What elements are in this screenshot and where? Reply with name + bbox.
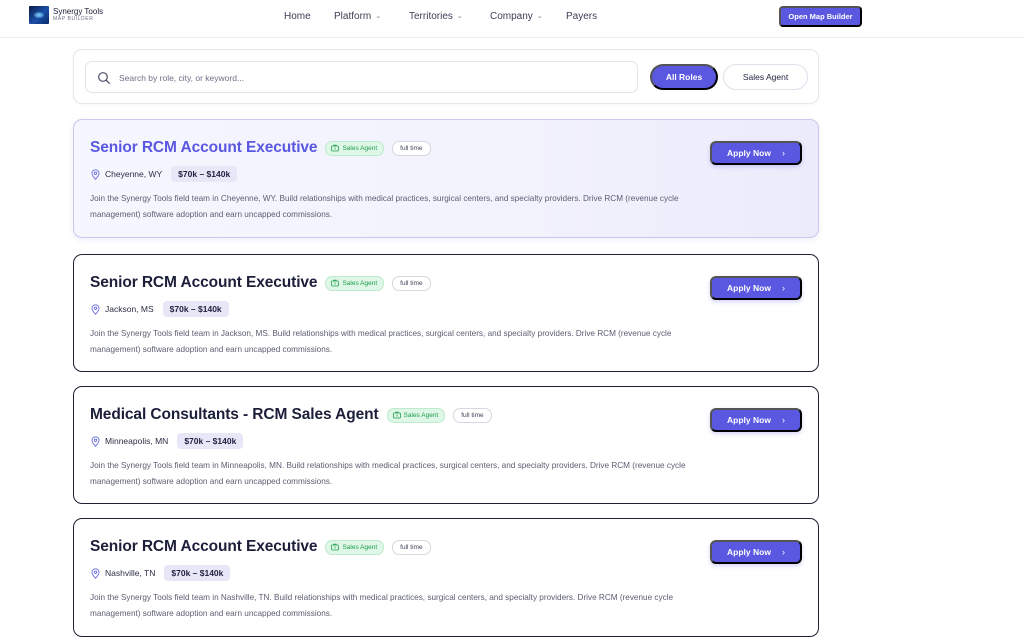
- map-pin-icon: [91, 567, 100, 579]
- nav-item-territories[interactable]: Territories ⌄: [409, 11, 463, 22]
- nav-item-company[interactable]: Company ⌄: [490, 11, 543, 22]
- chevron-right-icon: ›: [781, 148, 785, 158]
- employment-type-badge: full time: [392, 140, 431, 156]
- location-label: Minneapolis, MN: [105, 436, 169, 446]
- job-title[interactable]: Medical Consultants - RCM Sales Agent: [90, 406, 379, 424]
- job-description: Join the Synergy Tools field team in Nas…: [90, 593, 674, 618]
- location-label: Jackson, MS: [105, 304, 154, 314]
- nav-item-home[interactable]: Home: [284, 11, 311, 22]
- nav-item-label: Payers: [566, 11, 598, 22]
- category-label: Sales Agent: [342, 144, 378, 152]
- nav-item-label: Platform: [334, 11, 372, 22]
- search-box[interactable]: [85, 61, 638, 93]
- job-card[interactable]: Senior RCM Account Executive Sales Agent…: [73, 119, 819, 238]
- briefcase-icon: [392, 411, 401, 419]
- brand-tagline: MAP BUILDER: [53, 16, 94, 22]
- salary-badge: $70k – $140k: [177, 433, 244, 449]
- job-location: Cheyenne, WY: [91, 168, 163, 180]
- job-description: Join the Synergy Tools field team in Che…: [90, 194, 679, 219]
- employment-type-badge: full time: [392, 275, 431, 291]
- category-badge: Sales Agent: [325, 539, 385, 555]
- apply-label: Apply Now: [727, 415, 771, 425]
- search-icon: [98, 72, 110, 84]
- salary-badge: $70k – $140k: [171, 166, 238, 182]
- apply-now-button[interactable]: Apply Now ›: [710, 408, 802, 432]
- nav-item-label: Territories: [409, 11, 453, 22]
- job-location: Jackson, MS: [91, 303, 154, 315]
- chevron-right-icon: ›: [781, 415, 785, 425]
- job-card[interactable]: Medical Consultants - RCM Sales Agent Sa…: [73, 386, 819, 504]
- job-description: Join the Synergy Tools field team in Min…: [90, 461, 686, 486]
- apply-label: Apply Now: [727, 148, 771, 158]
- category-badge: Sales Agent: [325, 275, 385, 291]
- salary-badge: $70k – $140k: [164, 565, 231, 581]
- filter-all-roles-button[interactable]: All Roles: [650, 64, 718, 90]
- brand-name: Synergy Tools: [53, 7, 104, 16]
- map-pin-icon: [91, 303, 100, 315]
- map-pin-icon: [91, 168, 100, 180]
- employment-type-badge: full time: [392, 539, 431, 555]
- category-badge: Sales Agent: [386, 407, 446, 423]
- job-location: Minneapolis, MN: [91, 435, 169, 447]
- job-title[interactable]: Senior RCM Account Executive: [90, 139, 318, 157]
- location-label: Cheyenne, WY: [105, 169, 163, 179]
- nav-item-payers[interactable]: Payers: [566, 11, 597, 22]
- chevron-right-icon: ›: [781, 283, 785, 293]
- search-input[interactable]: [119, 70, 619, 86]
- job-title[interactable]: Senior RCM Account Executive: [90, 274, 318, 292]
- job-title[interactable]: Senior RCM Account Executive: [90, 538, 318, 556]
- apply-now-button[interactable]: Apply Now ›: [710, 540, 802, 564]
- top-navigation: Synergy Tools MAP BUILDER Home Platform …: [0, 0, 1024, 38]
- briefcase-icon: [331, 144, 340, 152]
- job-location: Nashville, TN: [91, 567, 156, 579]
- map-pin-icon: [91, 435, 100, 447]
- open-map-builder-button[interactable]: Open Map Builder: [779, 6, 862, 27]
- salary-badge: $70k – $140k: [162, 301, 229, 317]
- category-label: Sales Agent: [342, 279, 378, 287]
- filter-sales-agent-button[interactable]: Sales Agent: [723, 64, 808, 90]
- briefcase-icon: [331, 543, 340, 551]
- logo-mark-icon: [29, 6, 49, 24]
- search-panel: All Roles Sales Agent: [73, 49, 819, 104]
- category-label: Sales Agent: [342, 543, 378, 551]
- employment-type-badge: full time: [453, 407, 492, 423]
- chevron-down-icon: ⌄: [456, 12, 463, 20]
- category-label: Sales Agent: [403, 411, 439, 419]
- location-label: Nashville, TN: [105, 568, 156, 578]
- apply-label: Apply Now: [727, 547, 771, 557]
- nav-item-label: Company: [490, 11, 533, 22]
- chevron-down-icon: ⌄: [536, 12, 543, 20]
- nav-item-platform[interactable]: Platform ⌄: [334, 11, 381, 22]
- job-card[interactable]: Senior RCM Account Executive Sales Agent…: [73, 518, 819, 637]
- apply-now-button[interactable]: Apply Now ›: [710, 141, 802, 165]
- chevron-down-icon: ⌄: [375, 12, 382, 20]
- category-badge: Sales Agent: [325, 140, 385, 156]
- briefcase-icon: [331, 279, 340, 287]
- nav-item-label: Home: [284, 11, 311, 22]
- apply-now-button[interactable]: Apply Now ›: [710, 276, 802, 300]
- chevron-right-icon: ›: [781, 547, 785, 557]
- job-card[interactable]: Senior RCM Account Executive Sales Agent…: [73, 254, 819, 372]
- apply-label: Apply Now: [727, 283, 771, 293]
- job-description: Join the Synergy Tools field team in Jac…: [90, 329, 672, 354]
- brand-logo[interactable]: Synergy Tools MAP BUILDER: [29, 6, 103, 24]
